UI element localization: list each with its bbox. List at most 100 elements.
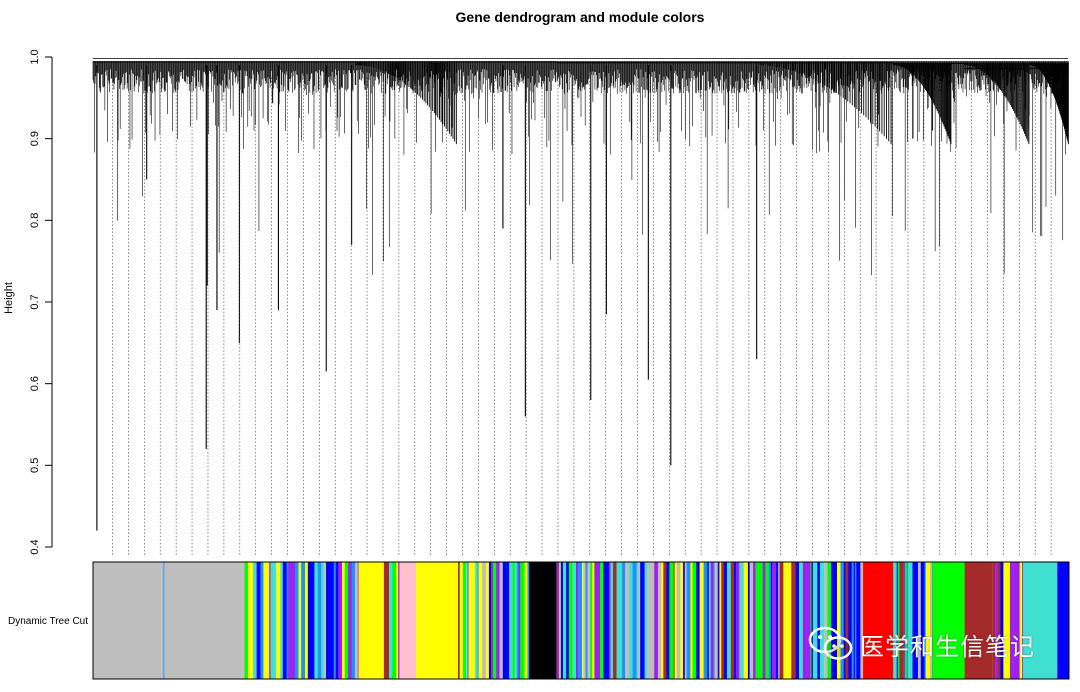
module-stripe	[776, 562, 779, 679]
module-stripe	[710, 562, 714, 679]
module-stripe	[260, 562, 264, 679]
module-stripe	[338, 562, 343, 679]
module-stripe	[496, 562, 500, 679]
module-stripe	[502, 562, 507, 679]
module-stripe	[783, 562, 788, 679]
y-axis-label: Height	[3, 282, 15, 314]
module-stripe	[622, 562, 626, 679]
module-stripe	[518, 562, 521, 679]
module-stripe	[567, 562, 570, 679]
module-block-black	[529, 562, 557, 679]
module-stripe	[269, 562, 271, 679]
module-stripe	[608, 562, 611, 679]
module-stripe	[282, 562, 287, 679]
module-stripe	[491, 562, 494, 679]
module-stripe	[625, 562, 630, 679]
module-stripe	[467, 562, 469, 679]
module-stripe	[485, 562, 490, 679]
module-stripe	[527, 562, 530, 679]
module-stripe	[727, 562, 732, 679]
module-stripe	[288, 562, 291, 679]
y-tick-label: 0.6	[29, 376, 41, 391]
module-stripe	[744, 562, 749, 679]
module-stripe	[344, 562, 349, 679]
module-stripe	[512, 562, 515, 679]
module-stripe	[514, 562, 518, 679]
module-stripe	[389, 562, 393, 679]
module-stripe	[594, 562, 597, 679]
module-stripe	[596, 562, 601, 679]
module-stripe	[253, 562, 257, 679]
module-stripe	[619, 562, 623, 679]
module-block-yellow	[358, 562, 384, 679]
module-stripe	[463, 562, 467, 679]
module-stripe	[311, 562, 315, 679]
module-stripe	[468, 562, 472, 679]
color-row-label: Dynamic Tree Cut	[8, 616, 88, 627]
module-stripe	[280, 562, 284, 679]
wechat-icon	[808, 626, 853, 660]
module-stripe	[721, 562, 725, 679]
module-stripe	[648, 562, 651, 679]
module-stripe	[560, 562, 564, 679]
module-stripe	[742, 562, 745, 679]
y-tick-label: 0.8	[29, 213, 41, 228]
module-stripe	[696, 562, 700, 679]
dendrogram-figure: Gene dendrogram and module colors 0.4 0.5…	[3, 9, 1070, 680]
module-stripe	[683, 562, 685, 679]
module-stripe	[629, 562, 633, 679]
module-stripe	[699, 562, 704, 679]
module-stripe	[294, 562, 299, 679]
module-block-blue	[1057, 562, 1069, 679]
y-tick-label: 0.5	[29, 458, 41, 473]
module-stripe	[724, 562, 728, 679]
chart-title: Gene dendrogram and module colors	[456, 9, 705, 25]
module-stripe	[717, 562, 720, 679]
module-stripe	[321, 562, 324, 679]
module-stripe	[330, 562, 334, 679]
module-stripe	[307, 562, 312, 679]
module-stripe	[263, 562, 266, 679]
module-stripe	[599, 562, 604, 679]
module-stripe	[572, 562, 577, 679]
watermark: 医学和生信笔记	[808, 626, 1035, 662]
module-stripe	[392, 562, 397, 679]
module-stripe	[585, 562, 588, 679]
module-stripe	[326, 562, 329, 679]
module-stripe	[328, 562, 331, 679]
module-stripe	[559, 562, 561, 679]
module-block-yellow	[416, 562, 459, 679]
module-stripe	[241, 562, 245, 679]
module-stripe	[692, 562, 697, 679]
module-stripe	[772, 562, 777, 679]
module-stripe	[616, 562, 620, 679]
module-stripe	[770, 562, 773, 679]
module-stripe	[298, 562, 302, 679]
module-stripe	[610, 562, 614, 679]
module-stripe	[739, 562, 744, 679]
module-stripe	[342, 562, 346, 679]
module-stripe	[290, 562, 296, 679]
module-stripe	[577, 562, 583, 679]
module-stripe	[286, 562, 289, 679]
module-block-grey	[164, 562, 242, 679]
y-tick-label: 0.7	[29, 294, 41, 309]
dendrogram-tree	[92, 58, 1069, 556]
module-stripe	[488, 562, 492, 679]
module-stripe	[734, 562, 737, 679]
module-stripe	[349, 562, 352, 679]
module-stripe	[663, 562, 667, 679]
module-stripe	[654, 562, 659, 679]
module-stripe	[762, 562, 766, 679]
module-stripe	[592, 562, 595, 679]
module-stripe	[690, 562, 693, 679]
module-stripe	[314, 562, 318, 679]
module-stripe	[323, 562, 327, 679]
module-block-grey	[93, 562, 164, 679]
module-stripe	[613, 562, 617, 679]
module-stripe	[632, 562, 637, 679]
module-stripe	[768, 562, 772, 679]
module-stripe	[499, 562, 504, 679]
module-stripe	[471, 562, 474, 679]
module-stripe	[753, 562, 756, 679]
